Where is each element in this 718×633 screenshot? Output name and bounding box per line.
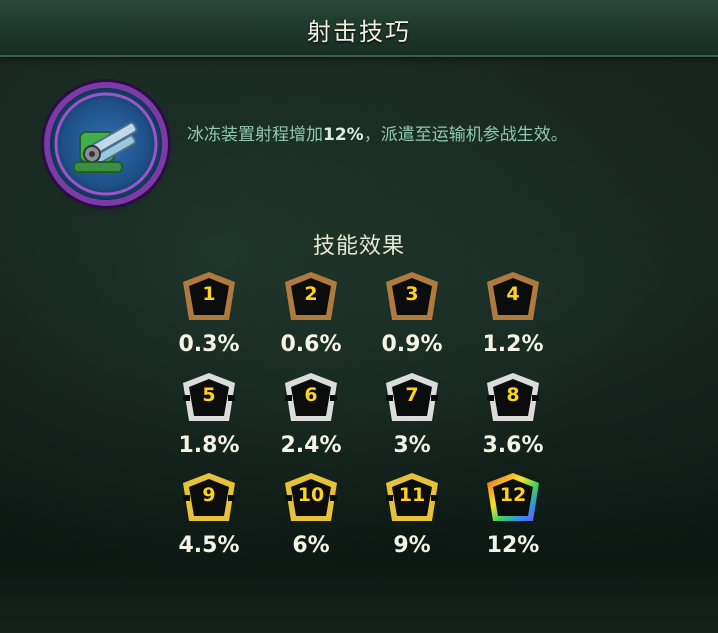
level-value: 0.3% [178, 332, 240, 357]
level-number: 3 [405, 283, 419, 305]
level-badge-silver: 7 [384, 371, 440, 425]
level-badge-gold: 11 [384, 471, 440, 525]
level-badge-silver: 5 [181, 371, 237, 425]
level-value: 6% [292, 533, 330, 558]
skill-level-11: 11 9% [367, 471, 457, 571]
level-number: 9 [202, 484, 216, 506]
dialog-header: 射击技巧 [0, 0, 718, 57]
level-badge-bronze: 4 [485, 270, 541, 324]
level-number: 5 [202, 384, 216, 406]
level-value: 4.5% [178, 533, 240, 558]
skill-level-4: 4 1.2% [468, 270, 558, 370]
skill-level-5: 5 1.8% [164, 371, 254, 471]
level-value: 0.9% [381, 332, 443, 357]
level-value: 1.8% [178, 433, 240, 458]
background-bottom-bar [0, 560, 718, 633]
level-badge-bronze: 2 [283, 270, 339, 324]
skill-description: 冰冻装置射程增加12%，派遣至运输机参战生效。 [187, 120, 568, 145]
level-badge-silver: 6 [283, 371, 339, 425]
dialog-title: 射击技巧 [307, 18, 411, 46]
level-value: 3.6% [482, 433, 544, 458]
level-value: 12% [486, 533, 540, 558]
level-number: 8 [506, 384, 520, 406]
level-number: 12 [499, 484, 527, 506]
level-number: 7 [405, 384, 419, 406]
skill-level-2: 2 0.6% [266, 270, 356, 370]
description-highlight: 12% [323, 125, 364, 145]
level-value: 2.4% [280, 433, 342, 458]
level-value: 0.6% [280, 332, 342, 357]
level-number: 1 [202, 283, 216, 305]
level-badge-bronze: 1 [181, 270, 237, 324]
skill-level-6: 6 2.4% [266, 371, 356, 471]
skill-level-10: 10 6% [266, 471, 356, 571]
level-number: 11 [398, 484, 426, 506]
skill-level-9: 9 4.5% [164, 471, 254, 571]
description-prefix: 冰冻装置射程增加 [187, 125, 323, 145]
level-badge-silver: 8 [485, 371, 541, 425]
skill-level-7: 7 3% [367, 371, 457, 471]
level-badge-bronze: 3 [384, 270, 440, 324]
level-value: 9% [393, 533, 431, 558]
level-number: 2 [304, 283, 318, 305]
level-badge-gold: 9 [181, 471, 237, 525]
skill-level-1: 1 0.3% [164, 270, 254, 370]
level-badge-rainbow: 12 [485, 471, 541, 525]
level-badge-gold: 10 [283, 471, 339, 525]
skill-level-3: 3 0.9% [367, 270, 457, 370]
skill-level-12: 12 12% [468, 471, 558, 571]
level-number: 6 [304, 384, 318, 406]
level-value: 1.2% [482, 332, 544, 357]
level-value: 3% [393, 433, 431, 458]
effects-title: 技能效果 [312, 234, 405, 259]
frost-turret-icon [50, 88, 162, 200]
description-suffix: ，派遣至运输机参战生效。 [363, 125, 568, 145]
skill-level-8: 8 3.6% [468, 371, 558, 471]
level-number: 10 [297, 484, 325, 506]
level-number: 4 [506, 283, 520, 305]
